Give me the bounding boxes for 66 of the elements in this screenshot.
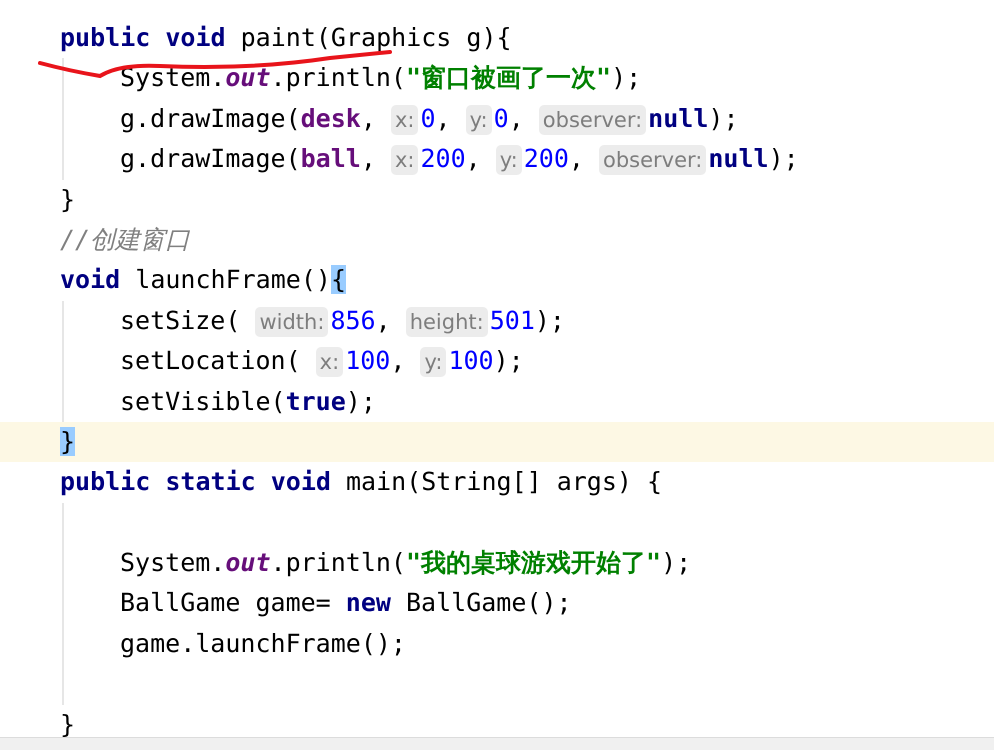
code-text: System. xyxy=(120,548,226,578)
code-text: ); xyxy=(768,144,799,174)
code-text: , xyxy=(436,104,452,133)
code-text: BallGame(); xyxy=(404,588,572,618)
parameter-hint: x: xyxy=(390,104,418,135)
code-text: , xyxy=(466,144,482,174)
code-text: ); xyxy=(708,104,738,133)
parameter-hint: y: xyxy=(496,145,522,176)
code-text: .println( xyxy=(270,63,406,92)
parameter-hint: y: xyxy=(420,347,446,378)
number-literal: 200 xyxy=(524,144,569,174)
code-text: ); xyxy=(346,386,376,416)
keyword: public static void xyxy=(60,467,331,496)
code-text: g.drawImage( xyxy=(120,104,301,133)
keyword: null xyxy=(708,144,769,174)
code-text: , xyxy=(360,104,377,133)
code-text: BallGame game= xyxy=(120,588,332,618)
code-text: main(String[] args) { xyxy=(344,467,662,496)
code-text: launchFrame() xyxy=(134,265,331,294)
static-field: out xyxy=(225,548,271,578)
keyword: void xyxy=(60,265,120,294)
string-literal: "我的桌球游戏开始了" xyxy=(406,548,662,578)
parameter-hint: observer: xyxy=(598,145,706,176)
parameter-hint: y: xyxy=(466,104,492,135)
code-text: setVisible( xyxy=(120,386,286,416)
keyword: new xyxy=(346,588,391,618)
code-text: ); xyxy=(534,306,565,335)
matched-brace: { xyxy=(330,265,346,294)
parameter-hint: width: xyxy=(255,306,328,337)
code-comment: //创建窗口 xyxy=(60,224,190,254)
number-literal: 856 xyxy=(330,306,376,335)
code-text: System. xyxy=(120,63,226,92)
code-text: game.launchFrame(); xyxy=(120,628,406,658)
code-text: ); xyxy=(611,63,642,92)
code-text: .println( xyxy=(270,548,406,578)
code-text: } xyxy=(60,710,76,737)
code-text: g.drawImage( xyxy=(120,144,301,174)
parameter-hint: observer: xyxy=(538,104,646,135)
parameter-hint: x: xyxy=(316,347,344,378)
static-field: out xyxy=(225,63,271,92)
code-text: , xyxy=(508,104,525,133)
code-text: , xyxy=(390,346,406,376)
code-text: , xyxy=(360,144,377,174)
keyword: public void xyxy=(60,23,226,52)
keyword: true xyxy=(286,386,346,416)
code-text: paint(Graphics g){ xyxy=(240,23,512,52)
number-literal: 501 xyxy=(490,306,535,335)
number-literal: 200 xyxy=(420,144,466,174)
number-literal: 0 xyxy=(420,104,436,133)
string-literal: "窗口被画了一次" xyxy=(406,63,612,92)
parameter-hint: x: xyxy=(390,145,418,176)
parameter-hint: height: xyxy=(406,306,488,337)
field-name: ball xyxy=(300,144,361,174)
number-literal: 0 xyxy=(494,104,509,133)
matched-brace: } xyxy=(60,426,76,456)
number-literal: 100 xyxy=(448,346,494,376)
code-text: ); xyxy=(494,346,524,376)
field-name: desk xyxy=(300,104,361,133)
code-text: } xyxy=(60,184,76,214)
code-text: , xyxy=(568,144,585,174)
number-literal: 100 xyxy=(345,346,390,376)
code-text: setSize( xyxy=(120,306,242,335)
code-text: setLocation( xyxy=(120,346,302,376)
code-text: , xyxy=(376,306,392,335)
code-text: ); xyxy=(661,548,692,578)
keyword: null xyxy=(648,104,708,133)
